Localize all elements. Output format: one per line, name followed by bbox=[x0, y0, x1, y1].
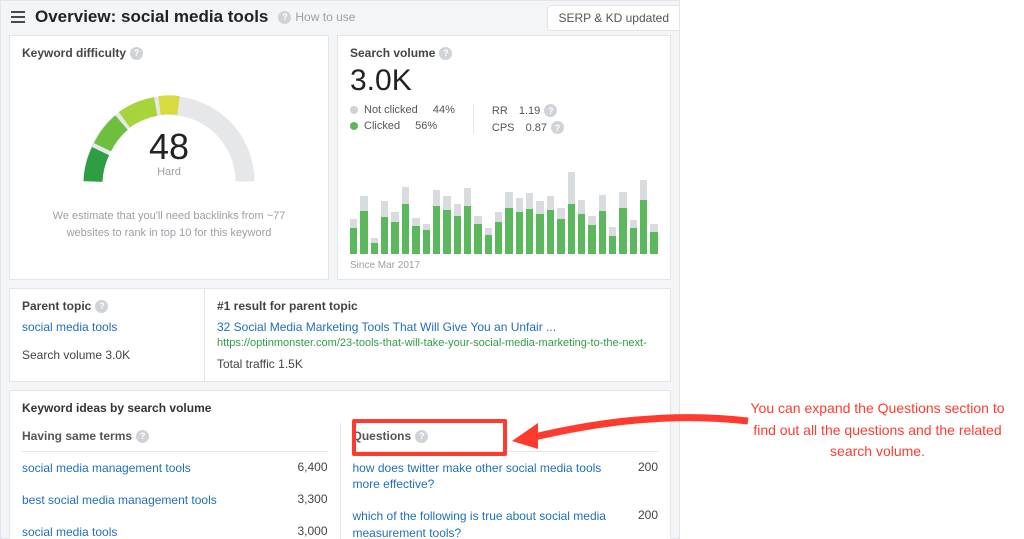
keyword-ideas-title: Keyword ideas by search volume bbox=[10, 391, 670, 423]
chart-bar bbox=[485, 228, 492, 254]
help-icon[interactable]: ? bbox=[136, 430, 149, 443]
chart-bar bbox=[640, 180, 647, 254]
question-row: how does twitter make other social media… bbox=[353, 452, 659, 500]
sv-trend-chart bbox=[338, 142, 670, 256]
total-traffic: Total traffic 1.5K bbox=[217, 357, 658, 371]
help-icon[interactable]: ? bbox=[439, 47, 452, 60]
question-row: which of the following is true about soc… bbox=[353, 500, 659, 539]
chart-bar bbox=[619, 192, 626, 254]
parent-topic-link[interactable]: social media tools bbox=[22, 320, 117, 334]
kd-gauge: 48 Hard bbox=[74, 74, 264, 194]
questions-col: Questions? how does twitter make other s… bbox=[340, 423, 671, 539]
chart-bar bbox=[588, 216, 595, 254]
how-to-use-link[interactable]: ? How to use bbox=[278, 10, 355, 24]
chart-bar bbox=[371, 238, 378, 254]
same-terms-label: Having same terms bbox=[22, 429, 132, 443]
chart-bar bbox=[402, 187, 409, 254]
question-volume: 200 bbox=[638, 508, 658, 522]
chart-bar bbox=[474, 216, 481, 254]
legend-clicked: Clicked 56% bbox=[350, 120, 455, 132]
legend-not-clicked: Not clicked 44% bbox=[350, 104, 455, 116]
app-frame: Overview: social media tools ? How to us… bbox=[0, 0, 680, 539]
cps-stat: CPS 0.87 ? bbox=[492, 121, 564, 134]
sv-meta: Not clicked 44% Clicked 56% RR 1.19 ? CP… bbox=[338, 104, 670, 142]
help-icon[interactable]: ? bbox=[95, 300, 108, 313]
chart-bar bbox=[391, 212, 398, 254]
keyword-row: social media management tools 6,400 bbox=[22, 452, 328, 484]
chart-bar bbox=[423, 224, 430, 254]
page-header: Overview: social media tools ? How to us… bbox=[1, 1, 679, 35]
keyword-volume: 3,000 bbox=[297, 524, 327, 538]
search-volume-card: Search volume ? 3.0K Not clicked 44% Cli… bbox=[337, 35, 671, 280]
help-icon[interactable]: ? bbox=[544, 104, 557, 117]
chart-bar bbox=[505, 192, 512, 254]
chart-bar bbox=[547, 196, 554, 254]
result-one-title[interactable]: 32 Social Media Marketing Tools That Wil… bbox=[217, 320, 556, 334]
chart-bar bbox=[599, 195, 606, 254]
help-icon[interactable]: ? bbox=[415, 430, 428, 443]
chart-bar bbox=[443, 196, 450, 254]
keyword-volume: 6,400 bbox=[297, 460, 327, 474]
parent-topic-card: Parent topic? social media tools Search … bbox=[9, 288, 671, 382]
rr-stat: RR 1.19 ? bbox=[492, 104, 564, 117]
keyword-link[interactable]: social media tools bbox=[22, 524, 117, 539]
chart-bar bbox=[568, 172, 575, 254]
chart-bar bbox=[495, 212, 502, 254]
chart-bar bbox=[578, 200, 585, 254]
chart-bar bbox=[526, 193, 533, 254]
divider bbox=[473, 104, 474, 134]
same-terms-col: Having same terms? social media manageme… bbox=[10, 423, 340, 539]
pt-search-volume: Search volume 3.0K bbox=[22, 348, 192, 362]
keyword-ideas-card: Keyword ideas by search volume Having sa… bbox=[9, 390, 671, 539]
chart-bar bbox=[609, 227, 616, 254]
question-link[interactable]: which of the following is true about soc… bbox=[353, 508, 626, 539]
chart-bar bbox=[536, 201, 543, 254]
hamburger-menu-icon[interactable] bbox=[11, 11, 25, 23]
keyword-link[interactable]: social media management tools bbox=[22, 460, 191, 476]
kd-label: Keyword difficulty bbox=[22, 46, 126, 60]
sv-since: Since Mar 2017 bbox=[338, 256, 670, 279]
chart-bar bbox=[360, 196, 367, 254]
result-one-label: #1 result for parent topic bbox=[217, 299, 658, 313]
chart-bar bbox=[630, 220, 637, 254]
keyword-link[interactable]: best social media management tools bbox=[22, 492, 217, 508]
keyword-row: best social media management tools 3,300 bbox=[22, 484, 328, 516]
page-title: Overview: social media tools bbox=[35, 7, 268, 27]
chart-bar bbox=[557, 208, 564, 254]
help-icon[interactable]: ? bbox=[551, 121, 564, 134]
help-icon: ? bbox=[278, 11, 291, 24]
chart-bar bbox=[412, 218, 419, 254]
sv-value: 3.0K bbox=[338, 64, 670, 104]
sv-label: Search volume bbox=[350, 46, 435, 60]
question-volume: 200 bbox=[638, 460, 658, 474]
kd-score: 48 bbox=[74, 126, 264, 168]
chart-bar bbox=[433, 190, 440, 254]
chart-bar bbox=[516, 198, 523, 254]
chart-bar bbox=[350, 219, 357, 254]
chart-bar bbox=[464, 188, 471, 254]
kd-description: We estimate that you'll need backlinks f… bbox=[10, 194, 328, 253]
annotation-text: You can expand the Questions section to … bbox=[750, 398, 1005, 463]
keyword-row: social media tools 3,000 bbox=[22, 516, 328, 539]
question-link[interactable]: how does twitter make other social media… bbox=[353, 460, 626, 492]
result-one-url: https://optinmonster.com/23-tools-that-w… bbox=[217, 337, 647, 349]
help-icon[interactable]: ? bbox=[130, 47, 143, 60]
kd-rating: Hard bbox=[74, 166, 264, 178]
chart-bar bbox=[381, 201, 388, 254]
dot-icon bbox=[350, 122, 358, 130]
top-cards-row: Keyword difficulty ? 48 Hard We bbox=[1, 35, 679, 280]
dot-icon bbox=[350, 106, 358, 114]
pt-label: Parent topic bbox=[22, 299, 91, 313]
chart-bar bbox=[454, 204, 461, 254]
serp-kd-updated-button[interactable]: SERP & KD updated bbox=[547, 5, 679, 31]
questions-label: Questions bbox=[353, 429, 412, 443]
keyword-volume: 3,300 bbox=[297, 492, 327, 506]
chart-bar bbox=[650, 224, 657, 254]
keyword-difficulty-card: Keyword difficulty ? 48 Hard We bbox=[9, 35, 329, 280]
